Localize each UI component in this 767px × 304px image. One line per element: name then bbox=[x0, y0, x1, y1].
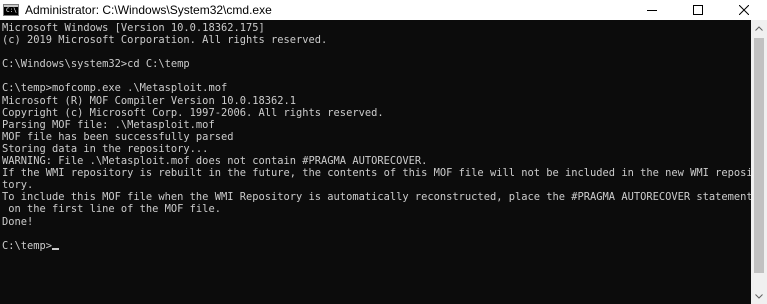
prompt-line[interactable]: C:\temp> bbox=[2, 240, 751, 252]
console-line: Microsoft (R) MOF Compiler Version 10.0.… bbox=[2, 94, 297, 107]
console-line: tory. bbox=[2, 179, 34, 192]
text-cursor bbox=[52, 247, 60, 250]
maximize-button[interactable] bbox=[675, 0, 721, 20]
prompt-text: C:\temp> bbox=[2, 239, 53, 252]
window-title: Administrator: C:\Windows\System32\cmd.e… bbox=[25, 3, 272, 17]
close-icon bbox=[739, 5, 749, 15]
console-line: MOF file has been successfully parsed bbox=[2, 130, 234, 143]
console-line: If the WMI repository is rebuilt in the … bbox=[2, 167, 751, 180]
console-line: Microsoft Windows [Version 10.0.18362.17… bbox=[2, 22, 265, 34]
cmd-icon[interactable]: C:\ bbox=[3, 4, 19, 16]
chevron-down-icon bbox=[755, 293, 763, 299]
cmd-icon-glyph: C:\ bbox=[6, 7, 17, 14]
console-line: (c) 2019 Microsoft Corporation. All righ… bbox=[2, 34, 328, 47]
console-line: Copyright (c) Microsoft Corp. 1997-2006.… bbox=[2, 106, 384, 119]
console-line: To include this MOF file when the WMI Re… bbox=[2, 191, 751, 204]
scrollbar-thumb[interactable] bbox=[754, 38, 764, 273]
title-bar[interactable]: C:\ Administrator: C:\Windows\System32\c… bbox=[0, 0, 767, 20]
maximize-icon bbox=[693, 5, 703, 15]
minimize-button[interactable] bbox=[629, 0, 675, 20]
console-output[interactable]: Microsoft Windows [Version 10.0.18362.17… bbox=[0, 20, 751, 304]
chevron-up-icon bbox=[755, 25, 763, 31]
console-line: Done! bbox=[2, 215, 34, 228]
console-line: C:\Windows\system32>cd C:\temp bbox=[2, 58, 190, 71]
console-line: C:\temp>mofcomp.exe .\Metasploit.mof bbox=[2, 82, 228, 95]
cmd-window: C:\ Administrator: C:\Windows\System32\c… bbox=[0, 0, 767, 304]
close-button[interactable] bbox=[721, 0, 767, 20]
console-line: Parsing MOF file: .\Metasploit.mof bbox=[2, 118, 215, 131]
console-line: on the first line of the MOF file. bbox=[2, 203, 221, 216]
console-line: Storing data in the repository... bbox=[2, 142, 209, 155]
scroll-down-button[interactable] bbox=[751, 288, 767, 304]
scroll-up-button[interactable] bbox=[751, 20, 767, 36]
window-controls bbox=[629, 0, 767, 20]
minimize-icon bbox=[647, 10, 657, 11]
console-line: WARNING: File .\Metasploit.mof does not … bbox=[2, 155, 428, 168]
vertical-scrollbar[interactable] bbox=[751, 20, 767, 304]
